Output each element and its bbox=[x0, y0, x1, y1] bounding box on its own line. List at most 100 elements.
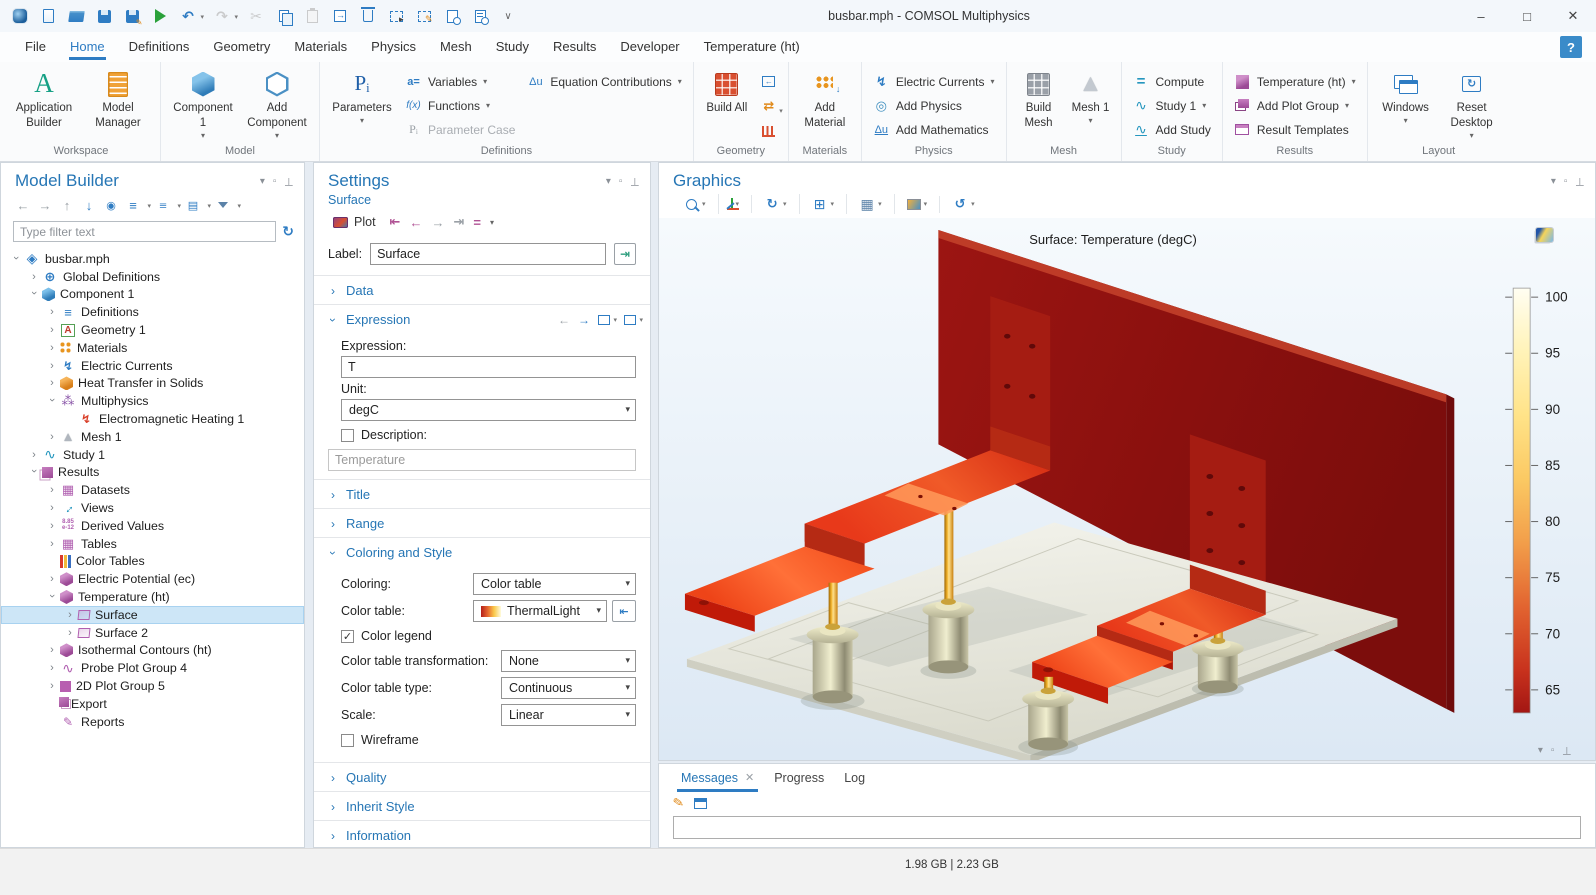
expression-forward-icon[interactable]: → bbox=[578, 313, 590, 327]
busbar-3d-plot[interactable]: Surface: Temperature (degC) 100959085807… bbox=[659, 218, 1595, 760]
quick-access-button[interactable] bbox=[64, 4, 88, 28]
previous-solution-icon[interactable]: ← bbox=[409, 215, 422, 230]
menu-tab[interactable]: Physics bbox=[360, 34, 427, 60]
tree-twisty-icon[interactable] bbox=[45, 306, 59, 318]
menu-tab[interactable]: Temperature (ht) bbox=[693, 34, 811, 60]
nav-forward-icon[interactable] bbox=[35, 195, 55, 215]
menu-tab[interactable]: Mesh bbox=[429, 34, 483, 60]
plot-window-icon[interactable] bbox=[1536, 228, 1553, 242]
menu-tab[interactable]: Developer bbox=[609, 34, 690, 60]
panel-menu-icon[interactable]: ▾ bbox=[1551, 176, 1556, 187]
panel-menu-icon[interactable]: ▾ bbox=[1538, 745, 1543, 756]
quick-access-button[interactable] bbox=[244, 4, 268, 28]
collapse-all-icon[interactable] bbox=[153, 195, 173, 215]
menu-tab[interactable]: Home bbox=[59, 34, 116, 60]
tree-item[interactable]: Mesh 1 bbox=[1, 428, 304, 446]
splitter[interactable] bbox=[651, 162, 658, 848]
plot-button[interactable]: Plot bbox=[328, 213, 381, 231]
filter-icon[interactable] bbox=[213, 195, 233, 215]
tree-twisty-icon[interactable] bbox=[27, 449, 41, 461]
quick-access-button[interactable] bbox=[272, 4, 296, 28]
graphics-tool-button[interactable]: ▾ bbox=[948, 194, 979, 214]
tree-item[interactable]: Export bbox=[1, 695, 304, 713]
refresh-icon[interactable]: ↻ bbox=[282, 223, 294, 240]
build-mesh-button[interactable]: Build Mesh bbox=[1014, 65, 1064, 132]
electric-currents-button[interactable]: Electric Currents▾ bbox=[869, 72, 999, 91]
description-checkbox[interactable] bbox=[341, 429, 354, 442]
tree-item[interactable]: Surface 2 bbox=[1, 624, 304, 642]
panel-menu-icon[interactable]: ▾ bbox=[260, 176, 265, 187]
virtual-operations-button[interactable] bbox=[757, 120, 781, 142]
quick-access-button[interactable] bbox=[496, 4, 520, 28]
messages-output[interactable] bbox=[673, 816, 1581, 839]
next-solution-icon[interactable]: → bbox=[431, 215, 444, 230]
quick-access-button[interactable] bbox=[468, 4, 492, 28]
menu-tab[interactable]: Study bbox=[485, 34, 540, 60]
description-input[interactable] bbox=[328, 449, 636, 471]
nav-back-icon[interactable] bbox=[13, 195, 33, 215]
expression-back-icon[interactable]: ← bbox=[558, 313, 570, 327]
pin-icon[interactable]: ⊤ bbox=[284, 175, 294, 188]
section-expression[interactable]: Expression ← → bbox=[314, 304, 650, 333]
mesh-1-button[interactable]: Mesh 1 ▾ bbox=[1068, 65, 1114, 127]
pin-icon[interactable]: ⊤ bbox=[1575, 175, 1585, 188]
tree-item[interactable]: Global Definitions bbox=[1, 268, 304, 286]
tree-item[interactable]: 2D Plot Group 5 bbox=[1, 677, 304, 695]
move-up-icon[interactable] bbox=[57, 195, 77, 215]
tree-twisty-icon[interactable] bbox=[45, 324, 59, 336]
functions-button[interactable]: Functions▾ bbox=[401, 96, 519, 115]
tree-twisty-icon[interactable] bbox=[45, 573, 59, 585]
color-table-transformation-select[interactable]: None bbox=[501, 650, 636, 672]
quick-access-button[interactable] bbox=[300, 4, 324, 28]
tree-twisty-icon[interactable] bbox=[45, 662, 59, 674]
section-coloring-and-style[interactable]: Coloring and Style bbox=[314, 537, 650, 566]
color-legend-checkbox[interactable] bbox=[341, 630, 354, 643]
tree-item[interactable]: Isothermal Contours (ht) bbox=[1, 642, 304, 660]
quick-access-button[interactable] bbox=[356, 4, 380, 28]
color-table-type-select[interactable]: Continuous bbox=[501, 677, 636, 699]
tree-item[interactable]: Materials bbox=[1, 339, 304, 357]
section-inherit-style[interactable]: Inherit Style bbox=[314, 791, 650, 820]
tree-twisty-icon[interactable] bbox=[45, 342, 59, 354]
tree-item[interactable]: Datasets bbox=[1, 481, 304, 499]
equation-contributions-button[interactable]: Equation Contributions▾ bbox=[523, 72, 685, 91]
tree-twisty-icon[interactable] bbox=[45, 520, 59, 532]
minimize-icon[interactable]: – bbox=[1458, 0, 1504, 32]
wireframe-checkbox[interactable] bbox=[341, 734, 354, 747]
tree-item[interactable]: Color Tables bbox=[1, 553, 304, 571]
menu-tab[interactable]: Definitions bbox=[118, 34, 201, 60]
tree-item[interactable]: Probe Plot Group 4 bbox=[1, 659, 304, 677]
messages-tab[interactable]: Progress ✕ bbox=[764, 765, 834, 792]
replace-expression-icon[interactable] bbox=[624, 315, 636, 325]
tree-item[interactable]: Study 1 bbox=[1, 446, 304, 464]
show-options-icon[interactable] bbox=[101, 195, 121, 215]
graphics-canvas[interactable]: Surface: Temperature (degC) 100959085807… bbox=[659, 218, 1595, 760]
tree-twisty-icon[interactable] bbox=[45, 680, 59, 692]
quick-access-button[interactable] bbox=[92, 4, 116, 28]
float-panel-icon[interactable]: ▫ bbox=[273, 176, 277, 187]
color-table-select[interactable]: ThermalLight bbox=[473, 600, 607, 622]
float-panel-icon[interactable]: ▫ bbox=[1564, 176, 1568, 187]
import-geometry-button[interactable] bbox=[757, 70, 781, 92]
rename-icon[interactable] bbox=[614, 243, 636, 265]
tree-item[interactable]: Temperature (ht) bbox=[1, 588, 304, 606]
graphics-tool-button[interactable]: ▾ bbox=[855, 194, 886, 214]
graphics-tool-button[interactable]: ▾ bbox=[903, 196, 932, 213]
menu-tab[interactable]: File bbox=[14, 34, 57, 60]
add-plot-group-button[interactable]: Add Plot Group▾ bbox=[1230, 96, 1360, 115]
label-input[interactable] bbox=[370, 243, 606, 265]
quick-access-button[interactable] bbox=[440, 4, 464, 28]
parameters-button[interactable]: Parameters ▾ bbox=[327, 65, 397, 127]
pin-icon[interactable]: ⊤ bbox=[630, 175, 640, 188]
tree-twisty-icon[interactable] bbox=[63, 609, 77, 621]
parameter-case-button[interactable]: Parameter Case bbox=[401, 120, 519, 139]
tree-item[interactable]: Surface bbox=[1, 606, 304, 624]
tree-item[interactable]: busbar.mph bbox=[1, 250, 304, 268]
quick-access-button[interactable] bbox=[384, 4, 408, 28]
add-component-button[interactable]: Add Component ▾ bbox=[242, 65, 312, 142]
study-1-button[interactable]: Study 1▾ bbox=[1129, 96, 1215, 115]
section-data[interactable]: Data bbox=[314, 275, 650, 304]
section-range[interactable]: Range bbox=[314, 508, 650, 537]
compute-button[interactable]: Compute bbox=[1129, 72, 1215, 91]
quick-access-button[interactable] bbox=[36, 4, 60, 28]
